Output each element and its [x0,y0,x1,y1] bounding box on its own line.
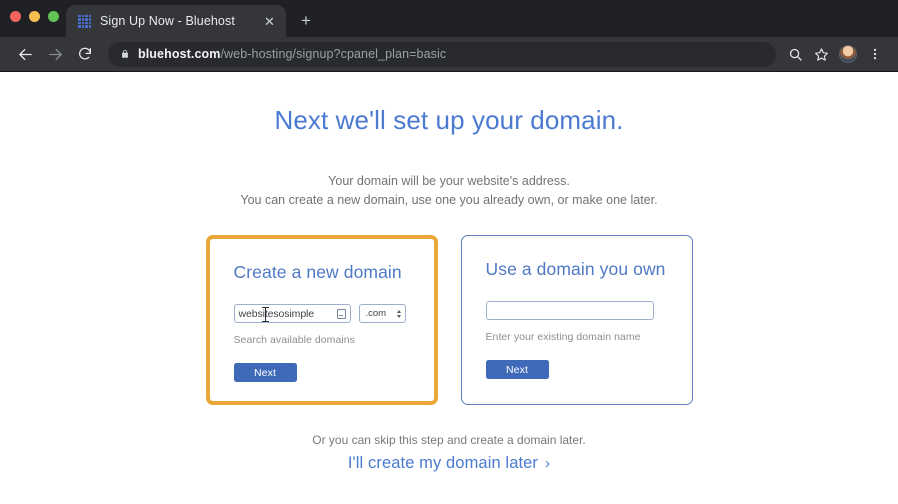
existing-domain-input[interactable] [485,301,654,320]
lock-icon [122,49,128,58]
create-new-domain-card[interactable]: Create a new domain websitesosimple .com… [205,235,438,405]
new-tab-button[interactable]: + [296,10,316,30]
create-new-domain-title: Create a new domain [233,262,402,282]
close-window-button[interactable] [10,11,21,22]
use-own-domain-helper-text: Enter your existing domain name [485,331,641,343]
autofill-icon[interactable] [336,308,346,319]
url-path: /web-hosting/signup?cpanel_plan=basic [220,47,447,61]
page-content: Next we'll set up your domain. Your doma… [0,72,898,504]
use-own-domain-card[interactable]: Use a domain you own Enter your existing… [460,235,693,405]
tld-select[interactable]: .com [358,304,406,323]
domain-options: Create a new domain websitesosimple .com… [0,235,898,405]
browser-toolbar: bluehost.com/web-hosting/signup?cpanel_p… [0,37,898,72]
domain-name-input[interactable]: websitesosimple [233,304,351,323]
three-dot-menu-icon[interactable] [862,41,888,67]
subtitle-line-2: You can create a new domain, use one you… [240,193,658,207]
forward-arrow-icon[interactable] [40,39,70,69]
domain-input-row: websitesosimple .com [233,304,410,323]
back-arrow-icon[interactable] [10,39,40,69]
create-domain-next-button[interactable]: Next [233,363,297,382]
search-icon[interactable] [782,41,808,67]
subtitle-line-1: Your domain will be your website's addre… [328,174,570,188]
use-own-domain-title: Use a domain you own [485,259,666,279]
skip-text: Or you can skip this step and create a d… [312,433,586,447]
close-icon[interactable]: ✕ [261,13,278,30]
skip-section: Or you can skip this step and create a d… [0,433,898,473]
create-domain-later-link[interactable]: I'll create my domain later › [348,454,550,473]
text-cursor-icon [261,307,269,322]
tab-title: Sign Up Now - Bluehost [100,14,235,28]
stepper-arrows-icon [396,309,401,318]
browser-window: Sign Up Now - Bluehost ✕ + bluehost.com/… [0,0,898,504]
use-own-domain-next-button[interactable]: Next [485,360,549,379]
star-icon[interactable] [808,41,834,67]
tab-strip: Sign Up Now - Bluehost ✕ + [0,0,898,37]
address-bar[interactable]: bluehost.com/web-hosting/signup?cpanel_p… [108,41,776,67]
chevron-right-icon: › [545,455,551,472]
page-title: Next we'll set up your domain. [274,105,624,135]
window-controls [10,11,59,22]
page-subtitle: Your domain will be your website's addre… [0,172,898,210]
maximize-window-button[interactable] [48,11,59,22]
minimize-window-button[interactable] [29,11,40,22]
url-domain: bluehost.com [138,47,221,61]
browser-tab[interactable]: Sign Up Now - Bluehost ✕ [66,5,286,37]
create-domain-later-label: I'll create my domain later [347,454,539,472]
url-text: bluehost.com/web-hosting/signup?cpanel_p… [138,47,446,61]
tld-value: .com [365,308,387,319]
bluehost-grid-favicon [78,14,91,28]
create-domain-helper-text: Search available domains [233,334,355,346]
reload-icon[interactable] [70,39,100,69]
avatar[interactable] [839,45,857,63]
domain-name-value: websitesosimple [238,307,315,320]
